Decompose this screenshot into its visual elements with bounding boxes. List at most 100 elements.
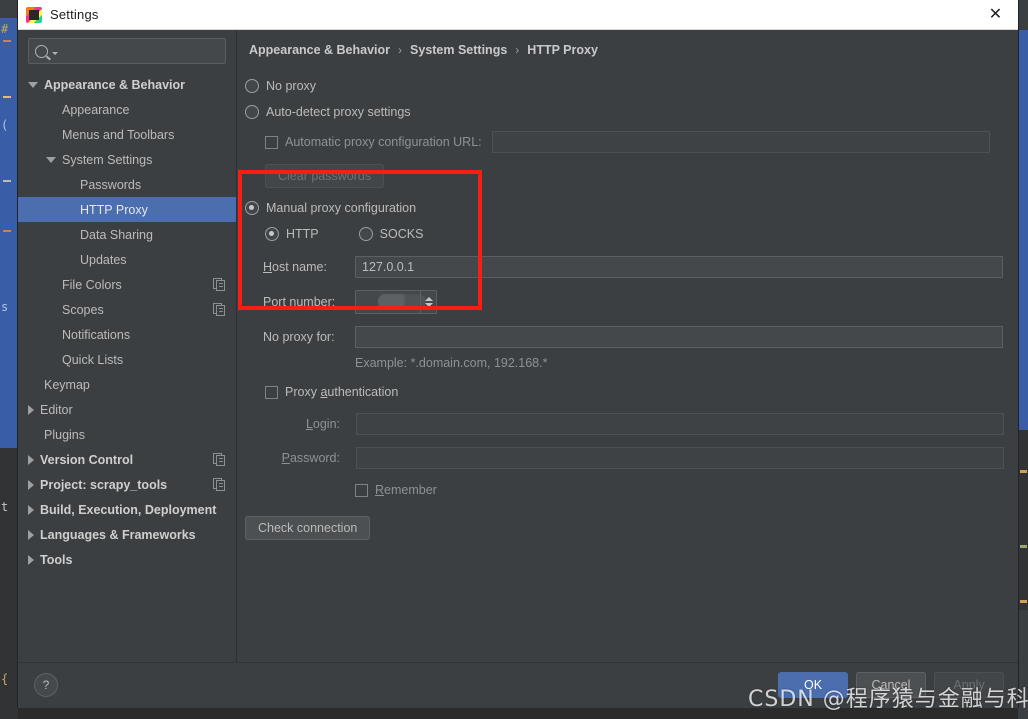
sidebar-item-http-proxy[interactable]: HTTP Proxy [18, 197, 236, 222]
http-radio[interactable] [265, 227, 279, 241]
example-text: Example: *.domain.com, 192.168.* [355, 356, 548, 370]
background-marker [3, 230, 11, 232]
search-icon [35, 44, 48, 58]
chevron-down-icon[interactable] [46, 156, 56, 163]
auto-config-url-input[interactable] [491, 131, 990, 153]
check-connection-button[interactable]: Check connection [245, 516, 371, 540]
breadcrumb-part-2[interactable]: System Settings [410, 43, 507, 57]
intellij-logo-icon [26, 6, 42, 23]
port-number-row: Port number: [245, 289, 1018, 315]
watermark-text: CSDN @程序猿与金融与科技 [748, 687, 1028, 712]
protocol-row: HTTP SOCKS [245, 221, 1018, 247]
sidebar-item-system-settings[interactable]: System Settings [18, 147, 236, 172]
sidebar-item-project-scrapy-tools[interactable]: Project: scrapy_tools [18, 472, 236, 497]
sidebar-item-menus-and-toolbars[interactable]: Menus and Toolbars [18, 122, 236, 147]
close-icon[interactable]: ✕ [973, 0, 1018, 29]
sidebar-item-label: Data Sharing [80, 227, 153, 242]
sidebar-item-languages-frameworks[interactable]: Languages & Frameworks [18, 522, 236, 547]
copy-icon[interactable] [213, 453, 225, 466]
chevron-right-icon[interactable] [28, 554, 34, 565]
manual-proxy-radio[interactable] [245, 201, 259, 215]
remember-label: Remember [375, 483, 437, 497]
proxy-authentication-checkbox[interactable] [265, 385, 278, 399]
port-number-input[interactable] [355, 290, 437, 314]
no-proxy-radio[interactable] [245, 79, 259, 93]
search-input[interactable] [58, 43, 225, 59]
chevron-down-icon[interactable] [28, 81, 38, 88]
proxy-authentication-row: Proxy authentication [245, 379, 1018, 405]
check-connection-row: Check connection [245, 515, 1018, 541]
chevron-right-icon[interactable] [28, 454, 34, 465]
background-glyph: s [1, 300, 9, 314]
no-proxy-for-row: No proxy for: [245, 324, 1018, 350]
manual-proxy-row[interactable]: Manual proxy configuration [245, 195, 1018, 221]
search-box[interactable] [28, 38, 226, 64]
chevron-right-icon[interactable] [28, 404, 34, 415]
clear-passwords-row: Clear passwords [245, 163, 1018, 189]
background-glyph: t [1, 500, 9, 514]
background-editor-highlight [1018, 30, 1028, 430]
host-name-input[interactable]: 127.0.0.1 [355, 256, 1003, 278]
chevron-right-icon[interactable] [28, 479, 34, 490]
host-name-label: Host name: [263, 260, 327, 274]
sidebar-item-label: Passwords [80, 177, 142, 192]
port-number-label: Port number: [263, 295, 336, 309]
sidebar-item-appearance[interactable]: Appearance [18, 97, 236, 122]
no-proxy-for-input[interactable] [355, 326, 1003, 348]
settings-dialog: Settings ✕ Appearance & Behavior Appearan… [18, 0, 1018, 708]
password-input[interactable] [356, 447, 1004, 469]
settings-tree: Appearance & Behavior Appearance Menus and… [18, 70, 236, 708]
background-glyph: { [1, 672, 9, 686]
sidebar-item-updates[interactable]: Updates [18, 247, 236, 272]
copy-icon[interactable] [213, 278, 225, 291]
chevron-right-icon[interactable] [28, 529, 34, 540]
auto-detect-radio[interactable] [245, 105, 259, 119]
copy-icon[interactable] [213, 478, 225, 491]
sidebar-item-passwords[interactable]: Passwords [18, 172, 236, 197]
auto-detect-label: Auto-detect proxy settings [266, 105, 411, 119]
breadcrumb: Appearance & Behavior › System Settings … [237, 30, 1018, 57]
password-row: Password: [245, 445, 1018, 471]
sidebar-item-appearance-behavior[interactable]: Appearance & Behavior [18, 72, 236, 97]
auto-config-url-label: Automatic proxy configuration URL: [285, 135, 482, 149]
sidebar-item-editor[interactable]: Editor [18, 397, 236, 422]
sidebar-item-label: Scopes [62, 302, 104, 317]
sidebar-item-version-control[interactable]: Version Control [18, 447, 236, 472]
sidebar-item-scopes[interactable]: Scopes [18, 297, 236, 322]
breadcrumb-part-1[interactable]: Appearance & Behavior [249, 43, 390, 57]
sidebar-item-keymap[interactable]: Keymap [18, 372, 236, 397]
stepper-up-icon[interactable] [424, 297, 433, 301]
settings-content-pane: Appearance & Behavior › System Settings … [237, 30, 1018, 708]
sidebar-item-label: Version Control [40, 452, 134, 467]
sidebar-item-data-sharing[interactable]: Data Sharing [18, 222, 236, 247]
remember-checkbox[interactable] [355, 483, 368, 497]
background-glyph: ( [1, 118, 9, 132]
no-proxy-row[interactable]: No proxy [245, 73, 1018, 99]
stepper-down-icon[interactable] [424, 303, 433, 307]
sidebar-item-file-colors[interactable]: File Colors [18, 272, 236, 297]
socks-radio[interactable] [358, 227, 373, 241]
help-button[interactable]: ? [34, 673, 58, 697]
clear-passwords-button[interactable]: Clear passwords [265, 164, 385, 188]
sidebar-item-tools[interactable]: Tools [18, 547, 236, 572]
no-proxy-label: No proxy [266, 79, 317, 93]
sidebar-item-build-execution-deployment[interactable]: Build, Execution, Deployment [18, 497, 236, 522]
sidebar-item-label: System Settings [62, 152, 153, 167]
auto-config-url-checkbox[interactable] [265, 135, 278, 149]
port-number-stepper[interactable] [420, 291, 436, 313]
copy-icon[interactable] [213, 303, 225, 316]
auto-detect-row[interactable]: Auto-detect proxy settings [245, 99, 1018, 125]
chevron-right-icon[interactable] [28, 504, 34, 515]
sidebar-item-plugins[interactable]: Plugins [18, 422, 236, 447]
sidebar-item-notifications[interactable]: Notifications [18, 322, 236, 347]
sidebar-item-quick-lists[interactable]: Quick Lists [18, 347, 236, 372]
example-row: Example: *.domain.com, 192.168.* [245, 350, 1018, 376]
login-input[interactable] [356, 413, 1004, 435]
sidebar-item-label: File Colors [62, 277, 122, 292]
